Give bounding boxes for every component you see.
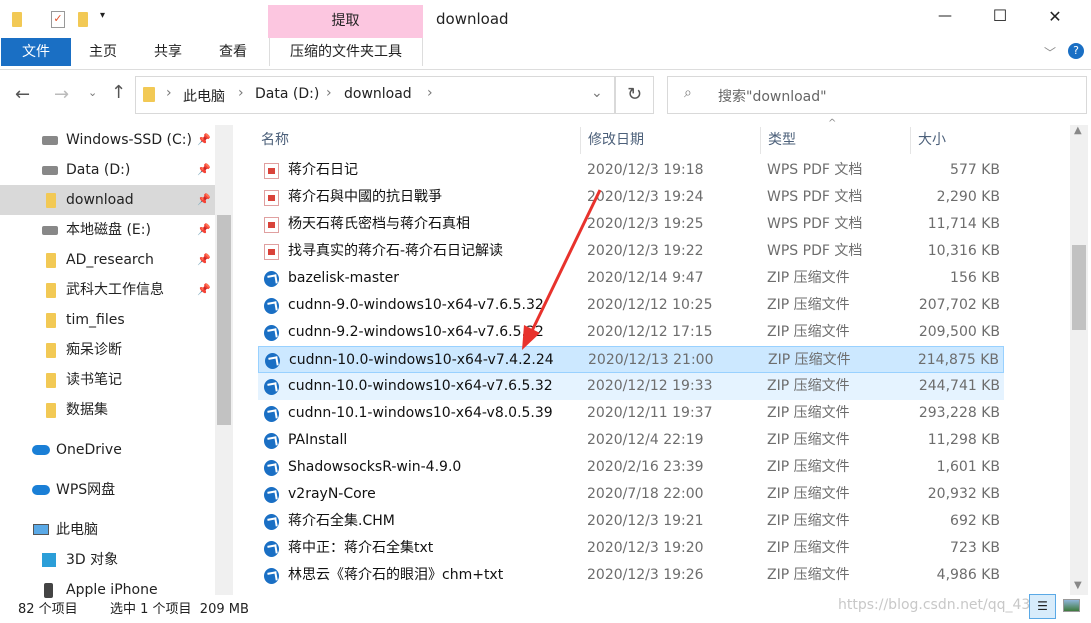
status-item-count: 82 个项目 bbox=[18, 602, 78, 617]
file-scrollbar-thumb[interactable] bbox=[1072, 245, 1086, 330]
file-scrollbar[interactable]: ▲ ▼ bbox=[1070, 125, 1088, 595]
scroll-up-icon[interactable]: ▲ bbox=[1074, 125, 1082, 136]
details-view-button[interactable]: ☰ bbox=[1029, 594, 1056, 619]
watermark: https://blog.csdn.net/qq_43 bbox=[838, 597, 1031, 613]
status-selection: 选中 1 个项目 209 MB bbox=[110, 602, 249, 617]
scroll-down-icon[interactable]: ▼ bbox=[1074, 580, 1082, 591]
annotation-arrow bbox=[522, 189, 602, 350]
large-icons-view-button[interactable] bbox=[1063, 599, 1080, 612]
